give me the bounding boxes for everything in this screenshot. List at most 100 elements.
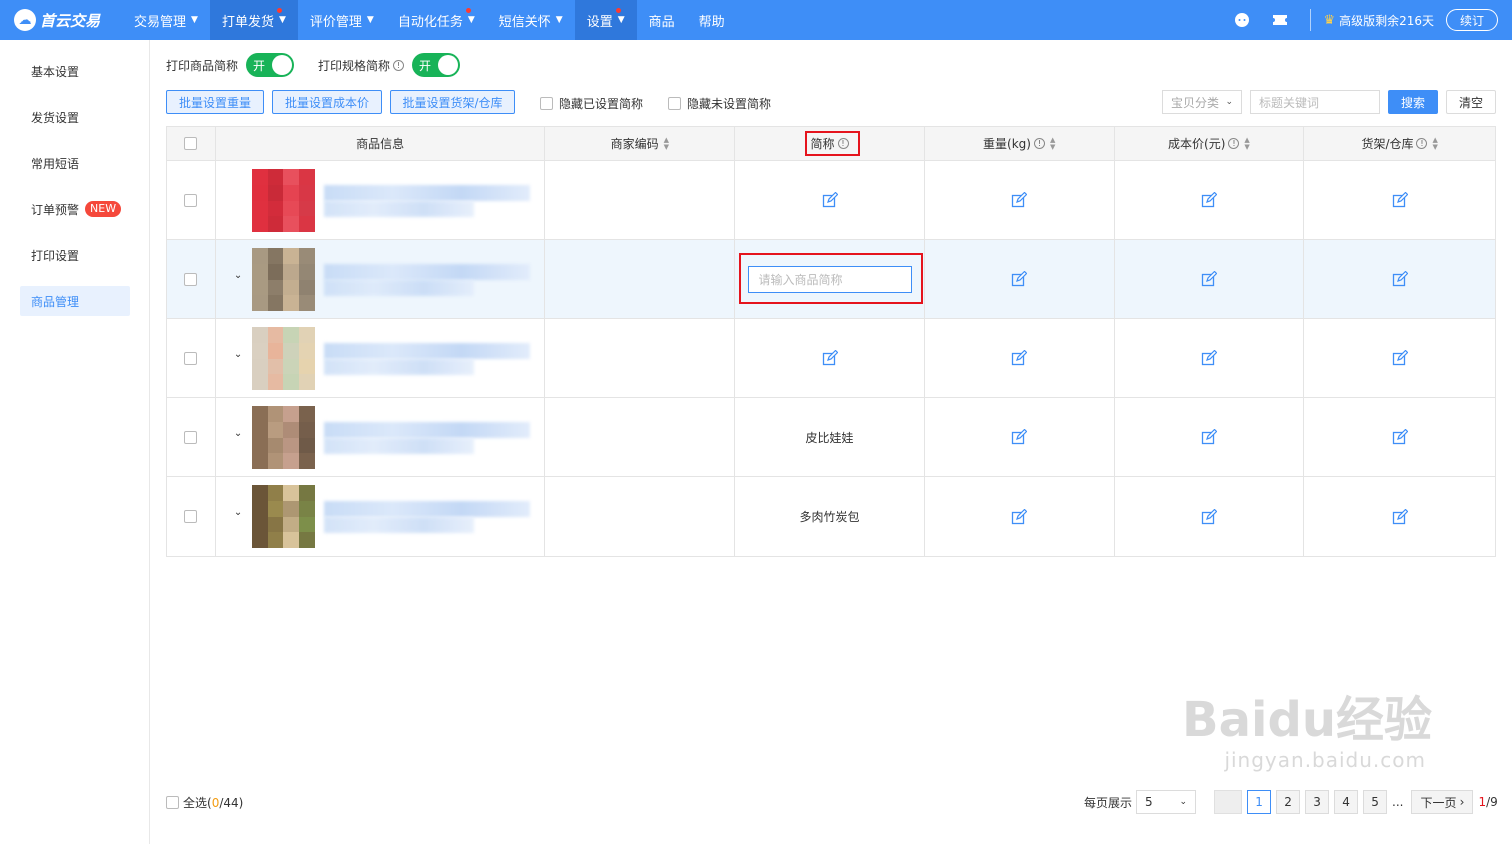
- hide-unset-filter[interactable]: 隐藏未设置简称: [668, 95, 771, 112]
- hide-set-label: 隐藏已设置简称: [559, 97, 644, 111]
- renew-button[interactable]: 续订: [1446, 9, 1498, 31]
- page-button[interactable]: 4: [1334, 790, 1359, 814]
- nav-item-6[interactable]: 商品: [637, 0, 687, 40]
- info-icon[interactable]: !: [1416, 138, 1428, 149]
- select-all-footer[interactable]: 全选(0/44): [166, 794, 243, 811]
- chevron-down-icon: ▼: [278, 15, 286, 25]
- print-spec-short-name-toggle[interactable]: 开: [412, 53, 461, 77]
- info-icon[interactable]: !: [1033, 138, 1045, 149]
- edit-icon[interactable]: [1201, 270, 1218, 287]
- page-button[interactable]: 2: [1276, 790, 1301, 814]
- thumbnail-pixel: [299, 295, 315, 311]
- info-icon[interactable]: !: [1228, 138, 1240, 149]
- prev-page-button[interactable]: [1214, 790, 1243, 814]
- row-checkbox[interactable]: [184, 351, 198, 365]
- edit-icon[interactable]: [1201, 428, 1218, 445]
- sort-icon[interactable]: ▲ ▼: [664, 136, 669, 151]
- category-select[interactable]: 宝贝分类 ⌄: [1162, 90, 1242, 114]
- thumbnail-pixel: [283, 263, 300, 280]
- row-checkbox[interactable]: [184, 510, 198, 523]
- batch-cost-button[interactable]: 批量设置成本价: [272, 90, 382, 114]
- sidebar-item-1[interactable]: 发货设置: [20, 102, 130, 132]
- edit-icon[interactable]: [1392, 508, 1409, 525]
- sidebar-item-5[interactable]: 商品管理: [20, 286, 130, 316]
- row-checkbox[interactable]: [184, 272, 198, 286]
- page-button[interactable]: 3: [1305, 790, 1330, 814]
- edit-icon[interactable]: [1392, 191, 1409, 208]
- chevron-down-icon: ▼: [617, 15, 625, 25]
- expand-chevron-icon[interactable]: ⌄: [234, 507, 242, 518]
- edit-icon[interactable]: [1011, 428, 1028, 445]
- next-page-label: 下一页: [1420, 795, 1457, 810]
- next-page-button[interactable]: 下一页 ›: [1411, 790, 1474, 814]
- short-name-value[interactable]: 多肉竹炭包: [799, 508, 859, 525]
- edit-icon[interactable]: [822, 191, 838, 208]
- product-thumbnail[interactable]: [251, 169, 315, 232]
- sidebar-item-4[interactable]: 打印设置: [20, 240, 130, 270]
- sort-icon[interactable]: ▲ ▼: [1432, 136, 1437, 151]
- expand-chevron-icon[interactable]: ⌄: [234, 428, 242, 439]
- thumbnail-pixel: [267, 184, 284, 201]
- sort-icon[interactable]: ▲ ▼: [1244, 136, 1249, 151]
- hide-set-checkbox[interactable]: [540, 97, 553, 110]
- nav-item-0[interactable]: 交易管理 ▼: [122, 0, 210, 40]
- header-select-cell: [167, 127, 216, 160]
- product-thumbnail[interactable]: [251, 327, 315, 390]
- edit-icon[interactable]: [1201, 508, 1218, 525]
- nav-item-7[interactable]: 帮助: [687, 0, 737, 40]
- clear-button[interactable]: 清空: [1446, 90, 1496, 114]
- keyword-input[interactable]: 标题关键词: [1250, 90, 1380, 114]
- expand-chevron-icon[interactable]: ⌄: [234, 349, 242, 360]
- product-thumbnail[interactable]: [251, 406, 315, 469]
- row-checkbox[interactable]: [184, 193, 198, 207]
- short-name-value[interactable]: 皮比娃娃: [805, 429, 853, 446]
- print-short-name-toggle[interactable]: 开: [246, 53, 295, 77]
- sort-icon[interactable]: ▲ ▼: [1050, 136, 1055, 151]
- row-checkbox[interactable]: [184, 430, 198, 444]
- header-merchant-code[interactable]: 商家编码 ▲ ▼: [545, 127, 736, 160]
- thumbnail-pixel: [283, 327, 300, 343]
- brand-logo[interactable]: ☁ 首云交易: [0, 9, 122, 31]
- chat-bubble-icon[interactable]: [1234, 12, 1250, 28]
- header-shelf[interactable]: 货架/仓库! ▲ ▼: [1304, 127, 1495, 160]
- edit-icon[interactable]: [1011, 508, 1028, 525]
- edit-icon[interactable]: [1392, 428, 1409, 445]
- nav-item-4[interactable]: 短信关怀 ▼: [487, 0, 575, 40]
- hide-unset-checkbox[interactable]: [668, 97, 681, 110]
- product-thumbnail[interactable]: [251, 248, 315, 311]
- edit-icon[interactable]: [1201, 349, 1218, 366]
- edit-icon[interactable]: [1011, 349, 1028, 366]
- select-all-checkbox[interactable]: [184, 137, 198, 150]
- thumbnail-pixel: [299, 453, 315, 469]
- nav-item-3[interactable]: 自动化任务 ▼: [386, 0, 487, 40]
- page-button[interactable]: 1: [1247, 790, 1272, 814]
- batch-shelf-button[interactable]: 批量设置货架/仓库: [390, 90, 515, 114]
- nav-item-1[interactable]: 打单发货 ▼: [209, 0, 298, 40]
- expand-chevron-icon[interactable]: ⌄: [234, 270, 242, 281]
- batch-weight-button[interactable]: 批量设置重量: [166, 90, 264, 114]
- ticket-icon[interactable]: [1272, 12, 1288, 28]
- edit-icon[interactable]: [1201, 191, 1218, 208]
- edit-icon[interactable]: [1392, 270, 1409, 287]
- thumbnail-pixel: [251, 216, 268, 232]
- header-cost[interactable]: 成本价(元)! ▲ ▼: [1115, 127, 1305, 160]
- edit-icon[interactable]: [1011, 191, 1028, 208]
- edit-icon[interactable]: [822, 349, 838, 366]
- edit-icon[interactable]: [1011, 270, 1028, 287]
- info-icon[interactable]: !: [393, 59, 405, 71]
- edit-icon[interactable]: [1392, 349, 1409, 366]
- sidebar-item-0[interactable]: 基本设置: [20, 56, 130, 86]
- search-button[interactable]: 搜索: [1388, 90, 1438, 114]
- header-weight[interactable]: 重量(kg)! ▲ ▼: [925, 127, 1115, 160]
- nav-item-2[interactable]: 评价管理 ▼: [298, 0, 386, 40]
- thumbnail-pixel: [251, 437, 268, 454]
- hide-set-filter[interactable]: 隐藏已设置简称: [540, 95, 643, 112]
- footer-select-all-checkbox[interactable]: [166, 796, 179, 809]
- page-button[interactable]: 5: [1363, 790, 1388, 814]
- sidebar-item-3[interactable]: 订单预警 NEW: [20, 194, 130, 224]
- product-thumbnail[interactable]: [251, 485, 315, 548]
- per-page-value: 5: [1145, 795, 1153, 809]
- sidebar-item-2[interactable]: 常用短语: [20, 148, 130, 178]
- nav-item-5[interactable]: 设置 ▼: [574, 0, 637, 40]
- per-page-select[interactable]: 5 ⌄: [1136, 790, 1197, 814]
